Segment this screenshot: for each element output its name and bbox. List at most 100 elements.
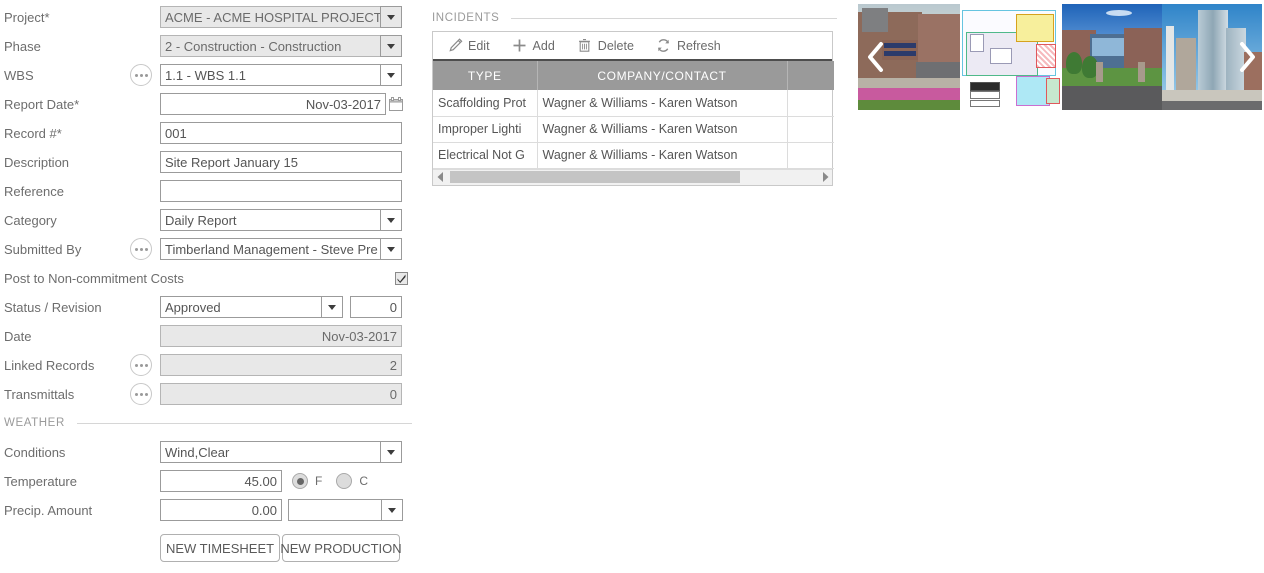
label-category: Category <box>4 212 57 228</box>
scroll-right-arrow-icon[interactable] <box>817 172 832 182</box>
edit-button-label: Edit <box>468 38 490 53</box>
status-dropdown-arrow[interactable] <box>321 296 343 318</box>
column-header-type[interactable]: TYPE <box>433 61 538 90</box>
field-row-status-revision: Status / Revision Approved 0 <box>0 295 420 319</box>
phase-value[interactable]: 2 - Construction - Construction <box>160 35 380 57</box>
project-dropdown-arrow[interactable] <box>380 6 402 28</box>
chevron-down-icon <box>387 449 395 455</box>
submitted-by-value[interactable]: Timberland Management - Steve Pre <box>160 238 380 260</box>
cell-type: Electrical Not G <box>433 142 538 169</box>
precip-unit-combo[interactable] <box>288 499 403 521</box>
category-value[interactable]: Daily Report <box>160 209 380 231</box>
new-production-button[interactable]: NEW PRODUCTION <box>280 534 402 562</box>
phase-combo[interactable]: 2 - Construction - Construction <box>160 35 402 57</box>
field-row-linked-records: Linked Records 2 <box>0 353 420 377</box>
status-value[interactable]: Approved <box>160 296 321 318</box>
temperature-unit-f-radio[interactable] <box>292 473 308 489</box>
field-row-wbs: WBS 1.1 - WBS 1.1 <box>0 63 420 87</box>
add-button[interactable]: Add <box>512 38 555 54</box>
post-non-commitment-checkbox[interactable] <box>395 271 408 285</box>
category-combo[interactable]: Daily Report <box>160 209 402 231</box>
revision-input[interactable]: 0 <box>350 296 402 318</box>
scrollbar-thumb[interactable] <box>450 171 740 183</box>
cell-company: Wagner & Williams - Karen Watson <box>537 90 788 117</box>
new-timesheet-button[interactable]: NEW TIMESHEET <box>160 534 280 562</box>
incidents-horizontal-scrollbar[interactable] <box>433 168 832 185</box>
category-dropdown-arrow[interactable] <box>380 209 402 231</box>
wbs-value[interactable]: 1.1 - WBS 1.1 <box>160 64 380 86</box>
refresh-button[interactable]: Refresh <box>656 38 721 54</box>
table-row[interactable]: Scaffolding Prot Wagner & Williams - Kar… <box>433 90 834 117</box>
report-date-input[interactable]: Nov-03-2017 <box>160 93 386 115</box>
incidents-section-title: INCIDENTS <box>432 12 500 24</box>
label-status-revision: Status / Revision <box>4 299 102 315</box>
transmittals-ellipsis-button[interactable] <box>130 383 152 405</box>
temperature-unit-c-radio[interactable] <box>336 473 353 489</box>
label-reference: Reference <box>4 183 64 199</box>
precip-unit-value[interactable] <box>288 499 381 521</box>
wbs-dropdown-arrow[interactable] <box>380 64 402 86</box>
incidents-toolbar: Edit Add Delete Refresh <box>433 32 832 61</box>
transmittals-value: 0 <box>160 383 402 405</box>
carousel-slide-floor-plan-drawing[interactable] <box>960 4 1062 110</box>
conditions-combo[interactable]: Wind,Clear <box>160 441 402 463</box>
status-combo[interactable]: Approved <box>160 296 343 318</box>
edit-button[interactable]: Edit <box>447 38 490 54</box>
field-row-conditions: Conditions Wind,Clear <box>0 440 420 464</box>
label-submitted-by: Submitted By <box>4 241 82 257</box>
label-wbs: WBS <box>4 67 34 83</box>
wbs-ellipsis-button[interactable] <box>130 64 152 86</box>
table-row[interactable]: Electrical Not G Wagner & Williams - Kar… <box>433 142 834 169</box>
label-transmittals: Transmittals <box>4 386 75 402</box>
label-linked-records: Linked Records <box>4 357 95 373</box>
submitted-by-dropdown-arrow[interactable] <box>380 238 402 260</box>
carousel-next-arrow-icon[interactable] <box>1234 40 1260 74</box>
section-divider <box>76 422 412 424</box>
phase-dropdown-arrow[interactable] <box>380 35 402 57</box>
precip-unit-dropdown-arrow[interactable] <box>381 499 403 521</box>
field-row-phase: Phase 2 - Construction - Construction <box>0 34 420 58</box>
calendar-icon[interactable] <box>389 97 403 111</box>
delete-button[interactable]: Delete <box>577 38 634 54</box>
label-project: Project* <box>4 9 50 25</box>
record-number-input[interactable]: 001 <box>160 122 402 144</box>
carousel-slide-campus-building-photo[interactable] <box>1062 4 1162 110</box>
project-combo[interactable]: ACME - ACME HOSPITAL PROJECT <box>160 6 402 28</box>
scroll-left-arrow-icon[interactable] <box>433 172 448 182</box>
chevron-down-icon <box>387 14 395 20</box>
label-phase: Phase <box>4 38 41 54</box>
field-row-project: Project* ACME - ACME HOSPITAL PROJECT <box>0 5 420 29</box>
field-row-record-number: Record #* 001 <box>0 121 420 145</box>
label-record-number: Record #* <box>4 125 62 141</box>
conditions-value[interactable]: Wind,Clear <box>160 441 380 463</box>
field-row-precip-amount: Precip. Amount 0.00 <box>0 498 420 522</box>
description-input[interactable]: Site Report January 15 <box>160 151 402 173</box>
column-header-company-contact[interactable]: COMPANY/CONTACT <box>537 61 788 90</box>
table-row[interactable]: Improper Lighti Wagner & Williams - Kare… <box>433 116 834 143</box>
incidents-section-header: INCIDENTS <box>432 9 837 27</box>
precip-amount-input[interactable]: 0.00 <box>160 499 282 521</box>
project-value[interactable]: ACME - ACME HOSPITAL PROJECT <box>160 6 380 28</box>
temperature-unit-c-label: C <box>359 474 369 488</box>
field-row-transmittals: Transmittals 0 <box>0 382 420 406</box>
field-row-category: Category Daily Report <box>0 208 420 232</box>
field-row-description: Description Site Report January 15 <box>0 150 420 174</box>
linked-records-ellipsis-button[interactable] <box>130 354 152 376</box>
column-header-blank[interactable] <box>787 61 834 90</box>
submitted-by-combo[interactable]: Timberland Management - Steve Pre <box>160 238 402 260</box>
cell-company: Wagner & Williams - Karen Watson <box>537 116 788 143</box>
reference-input[interactable] <box>160 180 402 202</box>
wbs-combo[interactable]: 1.1 - WBS 1.1 <box>160 64 402 86</box>
pencil-icon <box>447 38 463 54</box>
carousel-prev-arrow-icon[interactable] <box>862 40 888 74</box>
scrollbar-track[interactable] <box>448 169 817 185</box>
plus-icon <box>512 38 528 54</box>
label-report-date: Report Date* <box>4 96 80 112</box>
incidents-panel: INCIDENTS Edit Add Delete Refresh TYPE C… <box>432 0 837 186</box>
app-root: Project* ACME - ACME HOSPITAL PROJECT Ph… <box>0 0 1264 573</box>
submitted-by-ellipsis-button[interactable] <box>130 238 152 260</box>
chevron-down-icon <box>387 217 395 223</box>
temperature-input[interactable]: 45.00 <box>160 470 282 492</box>
table-header-row: TYPE COMPANY/CONTACT <box>433 61 834 90</box>
conditions-dropdown-arrow[interactable] <box>380 441 402 463</box>
